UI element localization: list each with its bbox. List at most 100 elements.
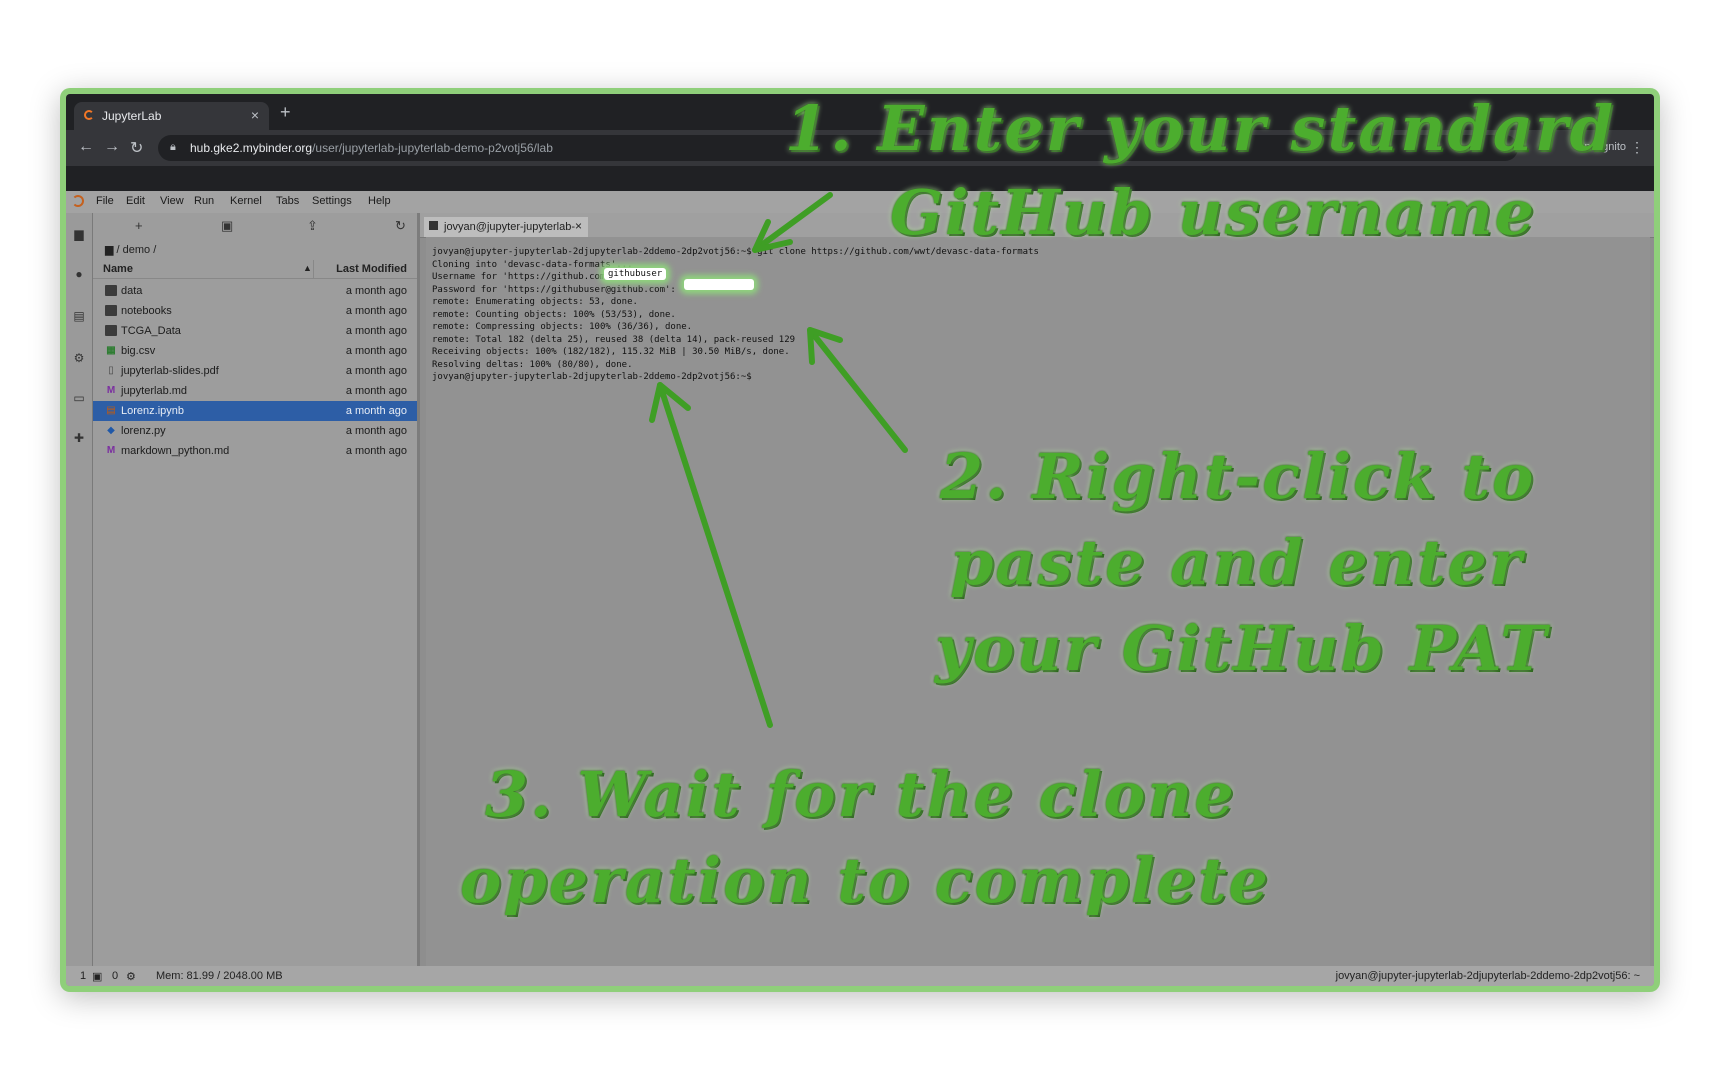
username-entry: githubuser bbox=[604, 268, 667, 280]
file-list-header: Name ▲ Last Modified bbox=[93, 260, 417, 279]
notebook-icon: ▤ bbox=[106, 405, 116, 416]
file-name: jupyterlab.md bbox=[121, 385, 188, 397]
open-tabs-icon[interactable]: ▭ bbox=[72, 391, 86, 405]
file-browser-panel: + ▣ ⇪ ↻ ▆ / demo / Name ▲ Last Modified … bbox=[93, 213, 420, 966]
terminal-line: Cloning into 'devasc-data-formats'... bbox=[432, 259, 633, 270]
file-modified: a month ago bbox=[345, 345, 407, 357]
file-list-item[interactable]: ▯ jupyterlab-slides.pdf a month ago bbox=[93, 361, 417, 381]
new-folder-icon[interactable]: ▣ bbox=[221, 218, 233, 234]
file-name: data bbox=[121, 285, 143, 297]
extension-puzzle-icon[interactable]: ✚ bbox=[72, 431, 86, 445]
column-separator[interactable] bbox=[313, 260, 314, 278]
terminal-line: Password for 'https://githubuser@github.… bbox=[432, 284, 676, 295]
file-list-item[interactable]: notebooks a month ago bbox=[93, 301, 417, 321]
file-modified: a month ago bbox=[345, 305, 407, 317]
file-name: notebooks bbox=[121, 305, 172, 317]
property-inspector-gear-icon[interactable]: ⚙ bbox=[72, 351, 86, 365]
menu-kernel[interactable]: Kernel bbox=[230, 195, 262, 207]
menu-file[interactable]: File bbox=[96, 195, 114, 207]
file-name: lorenz.py bbox=[121, 425, 166, 437]
annotation-step1-line1: 1. Enter your standard bbox=[785, 92, 1616, 165]
new-tab-icon[interactable]: + bbox=[280, 102, 291, 123]
forward-arrow-icon[interactable]: → bbox=[104, 138, 120, 156]
menu-view[interactable]: View bbox=[160, 195, 184, 207]
column-modified-header[interactable]: Last Modified bbox=[336, 263, 407, 275]
terminal-line: Username for 'https://github.com': bbox=[432, 272, 617, 282]
close-tab-icon[interactable]: × bbox=[251, 107, 259, 123]
terminal-line: remote: Enumerating objects: 53, done. bbox=[432, 297, 638, 307]
sort-ascending-icon: ▲ bbox=[303, 263, 312, 273]
jupyter-logo-icon bbox=[72, 195, 84, 207]
file-list-item[interactable]: Mmarkdown_python.md a month ago bbox=[93, 441, 417, 461]
terminal-status-icon: ▣ bbox=[92, 971, 103, 983]
upload-icon[interactable]: ⇪ bbox=[307, 218, 318, 234]
file-modified: a month ago bbox=[345, 385, 407, 397]
url-host: hub.gke2.mybinder.org bbox=[190, 141, 313, 155]
terminals-count[interactable]: 1 bbox=[80, 970, 86, 982]
browser-menu-icon[interactable]: ⋮ bbox=[1630, 139, 1644, 156]
file-browser-folder-icon[interactable]: ▆ bbox=[72, 227, 86, 241]
jupyter-favicon-icon bbox=[84, 110, 94, 120]
file-name: TCGA_Data bbox=[121, 325, 181, 337]
file-list-item[interactable]: ◆ lorenz.py a month ago bbox=[93, 421, 417, 441]
reload-icon[interactable]: ↻ bbox=[130, 138, 143, 158]
terminal-line: remote: Compressing objects: 100% (36/36… bbox=[432, 322, 693, 332]
file-modified: a month ago bbox=[345, 405, 407, 417]
close-terminal-tab-icon[interactable]: × bbox=[575, 219, 582, 233]
column-name-header[interactable]: Name bbox=[103, 263, 133, 275]
terminal-line: Receiving objects: 100% (182/182), 115.3… bbox=[432, 347, 790, 357]
file-list-item[interactable]: data a month ago bbox=[93, 281, 417, 301]
kernels-count[interactable]: 0 bbox=[112, 970, 118, 982]
url-path: /user/jupyterlab-jupyterlab-demo-p2votj5… bbox=[312, 141, 553, 155]
address-url: hub.gke2.mybinder.org/user/jupyterlab-ju… bbox=[190, 141, 553, 155]
terminal-line: jovyan@jupyter-jupyterlab-2djupyterlab-2… bbox=[432, 372, 752, 382]
file-modified: a month ago bbox=[345, 425, 407, 437]
lock-icon: 🔒︎ bbox=[170, 141, 176, 153]
kernel-status-icon: ⚙ bbox=[126, 971, 136, 983]
menu-tabs[interactable]: Tabs bbox=[276, 195, 299, 207]
file-name: big.csv bbox=[121, 345, 156, 357]
terminal-icon bbox=[429, 221, 438, 230]
file-modified: a month ago bbox=[345, 285, 407, 297]
running-sessions-icon[interactable]: ● bbox=[72, 267, 86, 281]
file-modified: a month ago bbox=[345, 365, 407, 377]
menu-help[interactable]: Help bbox=[368, 195, 391, 207]
markdown-icon: M bbox=[106, 385, 116, 396]
menu-run[interactable]: Run bbox=[194, 195, 214, 207]
terminal-path-status: jovyan@jupyter-jupyterlab-2djupyterlab-2… bbox=[1335, 970, 1640, 982]
browser-tab-title: JupyterLab bbox=[102, 109, 162, 123]
annotation-step2-line3: your GitHub PAT bbox=[935, 612, 1549, 685]
terminal-tab[interactable]: jovyan@jupyter-jupyterlab- × bbox=[424, 217, 588, 237]
file-name: markdown_python.md bbox=[121, 445, 230, 457]
file-list-item[interactable]: TCGA_Data a month ago bbox=[93, 321, 417, 341]
file-list-item[interactable]: ▦ big.csv a month ago bbox=[93, 341, 417, 361]
terminal-line: remote: Total 182 (delta 25), reused 38 … bbox=[432, 334, 796, 345]
browser-tab[interactable]: JupyterLab × bbox=[74, 102, 269, 130]
commands-palette-icon[interactable]: ▤ bbox=[72, 309, 86, 323]
menu-edit[interactable]: Edit bbox=[126, 195, 145, 207]
file-list-item[interactable]: Mjupyterlab.md a month ago bbox=[93, 381, 417, 401]
annotation-step3-line2: operation to complete bbox=[460, 844, 1270, 917]
back-arrow-icon[interactable]: ← bbox=[78, 138, 94, 156]
file-modified: a month ago bbox=[345, 325, 407, 337]
file-modified: a month ago bbox=[345, 445, 407, 457]
markdown-icon: M bbox=[106, 445, 116, 456]
refresh-icon[interactable]: ↻ bbox=[395, 218, 406, 234]
breadcrumb[interactable]: ▆ / demo / bbox=[105, 243, 156, 256]
terminal-line: Resolving deltas: 100% (80/80), done. bbox=[432, 359, 633, 370]
terminal-line: remote: Counting objects: 100% (53/53), … bbox=[432, 309, 676, 320]
terminal-tab-title: jovyan@jupyter-jupyterlab- bbox=[444, 221, 576, 233]
folder-icon bbox=[105, 325, 117, 336]
annotation-step3-line1: 3. Wait for the clone bbox=[485, 758, 1236, 831]
file-list-item[interactable]: ▤ Lorenz.ipynb a month ago bbox=[93, 401, 417, 421]
annotation-step2-line2: paste and enter bbox=[950, 526, 1524, 599]
file-name: Lorenz.ipynb bbox=[121, 405, 184, 417]
folder-icon bbox=[105, 285, 117, 296]
folder-icon bbox=[105, 305, 117, 316]
new-launcher-plus-icon[interactable]: + bbox=[135, 218, 143, 233]
pdf-file-icon: ▯ bbox=[108, 365, 114, 376]
file-name: jupyterlab-slides.pdf bbox=[121, 365, 219, 377]
breadcrumb-folder-icon: ▆ bbox=[105, 244, 114, 256]
menu-settings[interactable]: Settings bbox=[312, 195, 352, 207]
status-bar: 1 ▣ 0 ⚙ Mem: 81.99 / 2048.00 MB jovyan@j… bbox=[66, 966, 1654, 986]
